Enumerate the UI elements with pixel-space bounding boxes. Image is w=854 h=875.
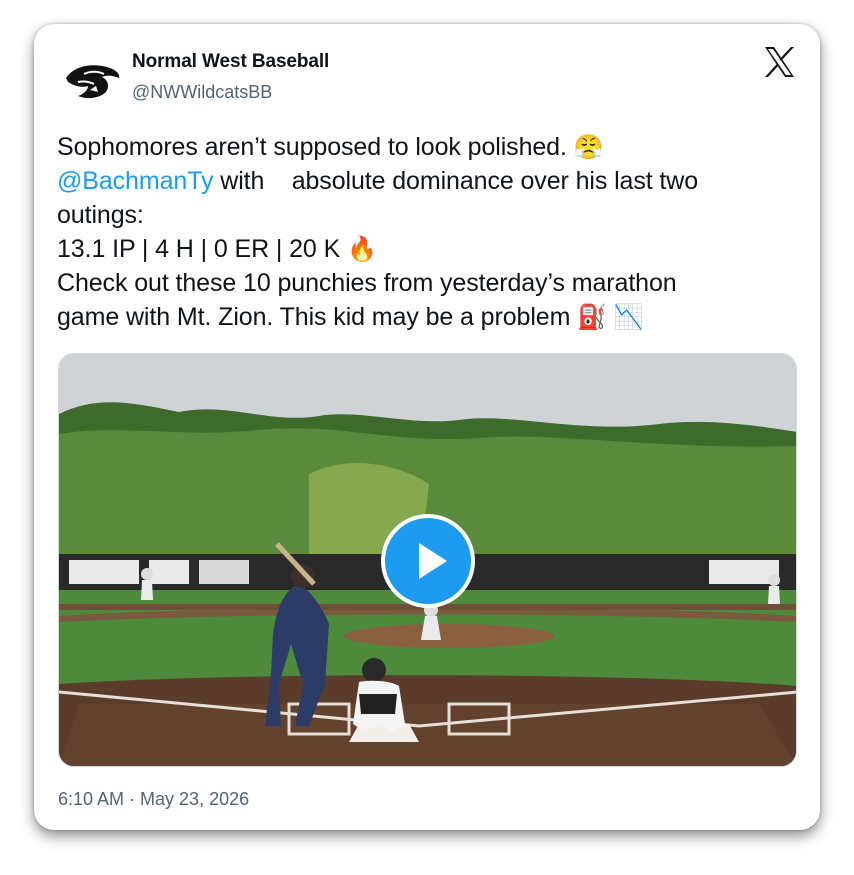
tweet-line-5: Check out these 10 punchies from yesterd… bbox=[57, 269, 677, 297]
tweet-line-3: outings: bbox=[57, 201, 144, 229]
wildcat-logo-icon[interactable] bbox=[62, 56, 122, 104]
fire-emoji: 🔥 bbox=[347, 235, 377, 263]
tweet-line-1: Sophomores aren’t supposed to look polis… bbox=[57, 130, 807, 164]
author-handle[interactable]: @NWWildcatsBB bbox=[132, 82, 272, 103]
play-icon bbox=[419, 543, 447, 579]
tweet-line-text: Sophomores aren’t supposed to look polis… bbox=[57, 133, 567, 161]
play-button[interactable] bbox=[381, 514, 475, 608]
steaming-face-emoji: 😤 bbox=[573, 133, 604, 161]
tweet-line-4: 13.1 IP | 4 H | 0 ER | 20 K 🔥 bbox=[57, 232, 807, 266]
author-name[interactable]: Normal West Baseball bbox=[132, 51, 329, 73]
tweet-line-text: with absolute dominance over his last tw… bbox=[220, 167, 699, 195]
tweet-text: Sophomores aren’t supposed to look polis… bbox=[57, 130, 807, 334]
video-media[interactable] bbox=[58, 353, 797, 767]
fuel-pump-emoji: ⛽ bbox=[577, 303, 607, 331]
x-logo-icon[interactable] bbox=[761, 44, 797, 80]
tweet-line-6: game with Mt. Zion. This kid may be a pr… bbox=[57, 300, 807, 334]
mention-link[interactable]: @BachmanTy bbox=[57, 167, 213, 195]
tweet-line-2: @BachmanTy with absolute dominance over … bbox=[57, 164, 807, 198]
tweet-timestamp[interactable]: 6:10 AM · May 23, 2026 bbox=[58, 789, 249, 810]
chart-decreasing-emoji: 📉 bbox=[613, 303, 644, 331]
tweet-card: Normal West Baseball @NWWildcatsBB Sopho… bbox=[34, 24, 820, 830]
tweet-line-text: game with Mt. Zion. This kid may be a pr… bbox=[57, 303, 571, 331]
stat-line-text: 13.1 IP | 4 H | 0 ER | 20 K bbox=[57, 235, 341, 263]
